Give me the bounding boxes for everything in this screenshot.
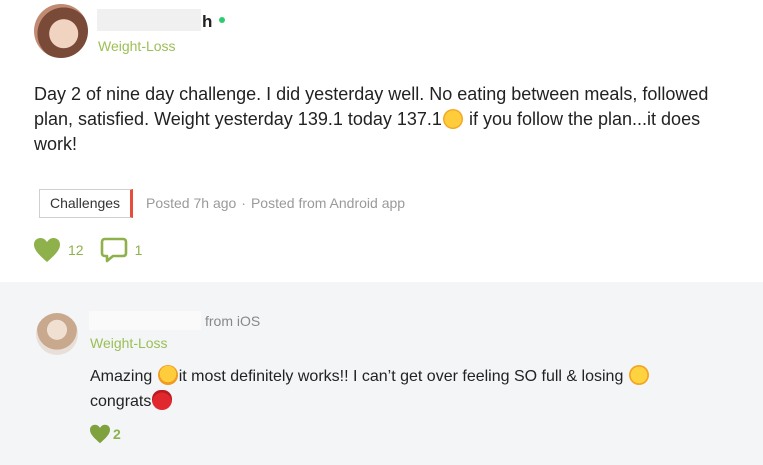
reply-author-avatar[interactable] [36,313,78,355]
post-text: Day 2 of nine day challenge. I did yeste… [34,82,734,157]
online-status-dot [219,17,225,23]
reply-like-count: 2 [113,426,121,442]
tired-emoji [157,365,178,385]
post-card: h Weight-Loss Day 2 of nine day challeng… [0,0,763,282]
like-count: 12 [68,242,84,258]
reply-heart-icon[interactable] [89,424,111,444]
author-name-redacted [97,9,201,31]
posted-time: Posted 7h ago [146,195,237,211]
tag-challenges[interactable]: Challenges [39,189,134,218]
comment-icon[interactable] [100,236,128,264]
reply-text-end: congrats [90,393,152,410]
reply-text-start: Amazing [90,368,157,385]
reply-author-name-redacted [89,311,201,330]
comment-count: 1 [134,242,143,258]
posted-from: Posted from Android app [250,195,406,211]
author-name[interactable]: h [202,12,212,32]
author-avatar[interactable] [34,4,88,58]
reply-source: from iOS [205,313,261,329]
reply-text: Amazing it most definitely works!! I can… [90,364,750,414]
upside-down-emoji [628,365,649,385]
heart-icon[interactable] [33,237,61,263]
reply-actions: 2 [89,424,121,444]
meta-separator: · [241,195,246,211]
reply-group-link[interactable]: Weight-Loss [90,335,168,351]
reply-text-middle: it most definitely works!! I can’t get o… [178,368,628,385]
group-link[interactable]: Weight-Loss [98,38,176,54]
post-actions: 12 1 [33,236,142,264]
post-meta: Posted 7h ago · Posted from Android app [146,195,405,211]
reply-card: from iOS Weight-Loss Amazing it most def… [0,282,763,465]
strawberry-emoji [152,390,173,410]
smiley-emoji [442,109,463,129]
